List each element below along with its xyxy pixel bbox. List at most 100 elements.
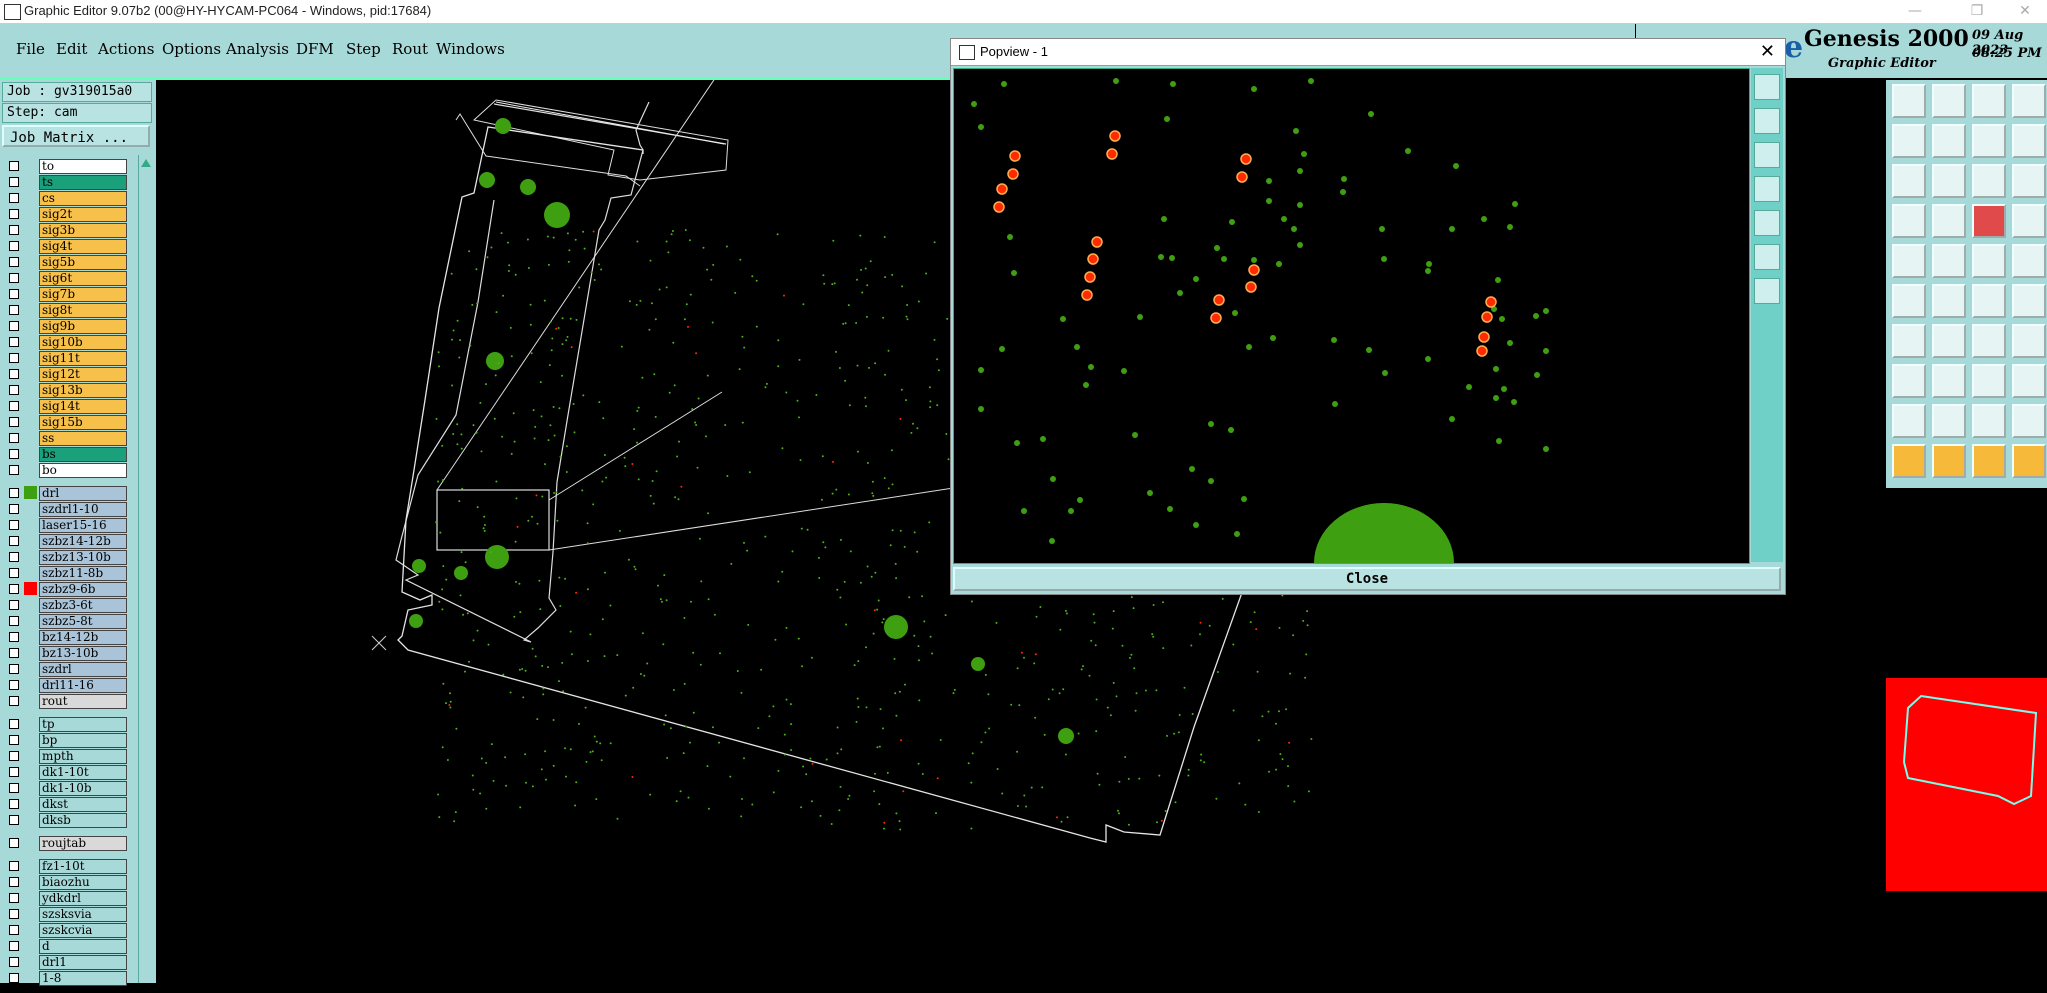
layer-row[interactable]: dkst <box>2 796 136 812</box>
layer-checkbox[interactable] <box>9 385 19 395</box>
layer-row[interactable]: sig12t <box>2 366 136 382</box>
layer-row[interactable]: ydkdrl <box>2 890 136 906</box>
layer-name[interactable]: bz13-10b <box>39 646 127 661</box>
select-tool-button[interactable] <box>1892 444 1926 478</box>
layer-name[interactable]: sig11t <box>39 351 127 366</box>
arc-tool-button[interactable] <box>1932 244 1966 278</box>
layer-checkbox[interactable] <box>9 861 19 871</box>
swap-tool-button[interactable] <box>1972 124 2006 158</box>
layer-checkbox[interactable] <box>9 751 19 761</box>
layer-row[interactable]: sig9b <box>2 318 136 334</box>
layer-checkbox[interactable] <box>9 877 19 887</box>
layer-checkbox[interactable] <box>9 838 19 848</box>
layer-row[interactable]: szbz13-10b <box>2 549 136 565</box>
layer-checkbox[interactable] <box>9 401 19 411</box>
layer-name[interactable]: bz14-12b <box>39 630 127 645</box>
layer-checkbox[interactable] <box>9 664 19 674</box>
layer-checkbox[interactable] <box>9 241 19 251</box>
center-tool-button[interactable] <box>1932 164 1966 198</box>
layer-checkbox[interactable] <box>9 799 19 809</box>
layer-row[interactable]: bz14-12b <box>2 629 136 645</box>
layer-row[interactable]: szbz5-8t <box>2 613 136 629</box>
next-tool-button[interactable] <box>1932 124 1966 158</box>
scroll-up-icon[interactable] <box>139 156 153 170</box>
select2-tool-button[interactable] <box>1932 444 1966 478</box>
layer-name[interactable]: szbz3-6t <box>39 598 127 613</box>
menu-analysis[interactable]: Analysis <box>226 40 289 58</box>
layer-row[interactable]: mpth <box>2 748 136 764</box>
layer-name[interactable]: sig5b <box>39 255 127 270</box>
select4-tool-button[interactable] <box>2012 444 2046 478</box>
slash-tool-button[interactable] <box>1932 324 1966 358</box>
layer-checkbox[interactable] <box>9 193 19 203</box>
job-matrix-button[interactable]: Job Matrix ... <box>2 125 150 147</box>
layer-checkbox[interactable] <box>9 783 19 793</box>
layer-name[interactable]: drl1 <box>39 955 127 970</box>
layer-name[interactable]: ydkdrl <box>39 891 127 906</box>
close-window-button[interactable]: ✕ <box>2003 0 2047 22</box>
layer-name[interactable]: mpth <box>39 749 127 764</box>
layer-checkbox[interactable] <box>9 735 19 745</box>
layer-row[interactable]: sig11t <box>2 350 136 366</box>
layer-row[interactable]: szbz3-6t <box>2 597 136 613</box>
layer-checkbox[interactable] <box>9 696 19 706</box>
poly-tool-button[interactable] <box>1892 404 1926 438</box>
layer-name[interactable]: rout <box>39 694 127 709</box>
layer-name[interactable]: laser15-16 <box>39 518 127 533</box>
menu-rout[interactable]: Rout <box>392 40 428 58</box>
poly3-tool-button[interactable] <box>1972 404 2006 438</box>
layer-name[interactable]: dk1-10b <box>39 781 127 796</box>
layer-name[interactable]: drl11-16 <box>39 678 127 693</box>
layer-row[interactable]: sig14t <box>2 398 136 414</box>
layer-checkbox[interactable] <box>9 465 19 475</box>
layer-checkbox[interactable] <box>9 680 19 690</box>
layer-checkbox[interactable] <box>9 584 19 594</box>
layer-name[interactable]: szbz9-6b <box>39 582 127 597</box>
layer-name[interactable]: sig4t <box>39 239 127 254</box>
popview-close-icon[interactable]: ✕ <box>1760 41 1775 62</box>
layer-row[interactable]: rout <box>2 693 136 709</box>
popview-zoom-in-button[interactable] <box>1754 108 1780 134</box>
layer-checkbox[interactable] <box>9 449 19 459</box>
layer-checkbox[interactable] <box>9 353 19 363</box>
layer-name[interactable]: fz1-10t <box>39 859 127 874</box>
layer-name[interactable]: szdrl <box>39 662 127 677</box>
layer-checkbox[interactable] <box>9 616 19 626</box>
layer-row[interactable]: drl1 <box>2 954 136 970</box>
layer-checkbox[interactable] <box>9 719 19 729</box>
layer-row[interactable]: sig6t <box>2 270 136 286</box>
measure-tool-button[interactable] <box>1972 204 2006 238</box>
layer-name[interactable]: bs <box>39 447 127 462</box>
layer-row[interactable]: fz1-10t <box>2 858 136 874</box>
add-tool-button[interactable] <box>1892 364 1926 398</box>
layer-checkbox[interactable] <box>9 273 19 283</box>
layer-checkbox[interactable] <box>9 648 19 658</box>
layer-checkbox[interactable] <box>9 305 19 315</box>
layer-row[interactable]: sig4t <box>2 238 136 254</box>
layer-name[interactable]: biaozhu <box>39 875 127 890</box>
layer-name[interactable]: sig3b <box>39 223 127 238</box>
layer-checkbox[interactable] <box>9 552 19 562</box>
layer-checkbox[interactable] <box>9 520 19 530</box>
layer-row[interactable]: cs <box>2 190 136 206</box>
move-tool-button[interactable] <box>1892 284 1926 318</box>
layer-scrollbar[interactable] <box>138 155 153 983</box>
layer-row[interactable]: sig8t <box>2 302 136 318</box>
menu-file[interactable]: File <box>16 40 45 58</box>
layer-checkbox[interactable] <box>9 536 19 546</box>
fit-tool-button[interactable] <box>1892 164 1926 198</box>
home-tool-button[interactable] <box>1972 84 2006 118</box>
layer-name[interactable]: sig10b <box>39 335 127 350</box>
layer-row[interactable]: dk1-10b <box>2 780 136 796</box>
minus-tool-button[interactable] <box>1932 364 1966 398</box>
layer-checkbox[interactable] <box>9 225 19 235</box>
layer-row[interactable]: sig15b <box>2 414 136 430</box>
layer-name[interactable]: szbz11-8b <box>39 566 127 581</box>
layer-name[interactable]: d <box>39 939 127 954</box>
layer-checkbox[interactable] <box>9 177 19 187</box>
layer-name[interactable]: bp <box>39 733 127 748</box>
grid-tool-button[interactable] <box>2012 84 2046 118</box>
layer-name[interactable]: dk1-10t <box>39 765 127 780</box>
layer-row[interactable]: sig13b <box>2 382 136 398</box>
layer-row[interactable]: laser15-16 <box>2 517 136 533</box>
